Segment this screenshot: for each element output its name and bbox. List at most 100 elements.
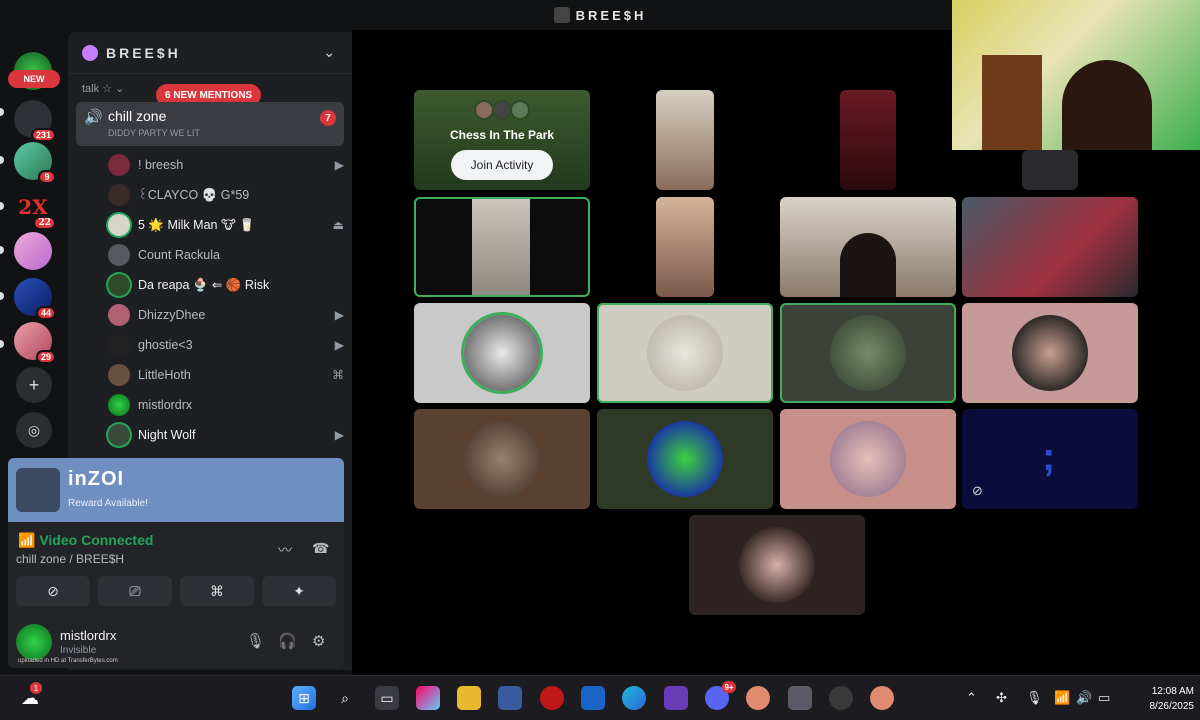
member-name: mistlordrx: [138, 398, 193, 412]
file-explorer-icon[interactable]: [457, 686, 481, 710]
camera-off-button[interactable]: ⊘: [16, 576, 90, 606]
webcam-person: [1062, 60, 1152, 150]
voice-member[interactable]: Night Wolf ▶: [108, 420, 348, 450]
video-tile[interactable]: [1022, 150, 1078, 190]
voice-status-text: Video Connected: [39, 532, 154, 548]
channel-status: DIDDY PARTY WE LIT: [108, 128, 200, 138]
server-icon-3[interactable]: 9: [14, 142, 56, 184]
start-icon[interactable]: ⊞: [292, 686, 316, 710]
opera-icon[interactable]: [540, 686, 564, 710]
search-icon[interactable]: ⌕: [333, 686, 357, 710]
voice-member[interactable]: DhizzyDhee ▶: [108, 300, 348, 330]
video-feed: [840, 233, 896, 297]
avatar: [108, 274, 130, 296]
video-tile[interactable]: [962, 303, 1138, 403]
channel-mention-badge: 7: [320, 110, 336, 126]
voice-member[interactable]: LittleHoth ⌘: [108, 360, 348, 390]
voice-channel-chill-zone[interactable]: 🔊 chill zone DIDDY PARTY WE LIT 7: [76, 102, 344, 146]
video-tile[interactable]: [414, 197, 590, 297]
app-icon[interactable]: [746, 686, 770, 710]
edge-icon[interactable]: [622, 686, 646, 710]
video-tile[interactable]: [780, 197, 956, 297]
clock[interactable]: 12:08 AM 8/26/2025: [1128, 684, 1195, 714]
copilot-icon[interactable]: [416, 686, 440, 710]
screen-share-button[interactable]: ⎚: [98, 576, 172, 606]
discover-compass-icon[interactable]: ◎: [16, 412, 52, 448]
avatar[interactable]: [16, 624, 52, 660]
mention-badge: 231: [30, 128, 56, 142]
user-status: Invisible: [60, 645, 97, 656]
gear-icon[interactable]: ⚙: [312, 632, 325, 650]
voice-member[interactable]: ghostie<3 ▶: [108, 330, 348, 360]
store-icon[interactable]: [498, 686, 522, 710]
video-tile[interactable]: [780, 409, 956, 509]
category-talk[interactable]: talk ☆ ⌄: [82, 82, 124, 95]
voice-member[interactable]: Da reapa 🍨 ⇐ 🏀 Risk: [108, 270, 348, 300]
noise-suppression-icon[interactable]: 〰: [278, 540, 292, 560]
join-activity-button[interactable]: Join Activity: [451, 150, 553, 180]
voice-member[interactable]: ! breesh ▶: [108, 150, 348, 180]
server-icon-4[interactable]: 2X 22: [14, 188, 56, 230]
guild-header[interactable]: BREE$H ⌄: [68, 32, 352, 74]
tray-app-icon[interactable]: ✣: [996, 690, 1007, 706]
video-tile[interactable]: [597, 303, 773, 403]
video-tile[interactable]: [414, 409, 590, 509]
wifi-icon[interactable]: 📶: [1054, 690, 1070, 706]
video-tile[interactable]: [962, 197, 1138, 297]
avatar: [739, 527, 815, 603]
member-name: ꒰CLAYCO 💀 G*59: [138, 188, 250, 202]
microphone-icon[interactable]: 🎙: [1026, 690, 1043, 706]
app-icon: [553, 7, 570, 23]
server-icon-2[interactable]: 231: [14, 100, 56, 142]
disconnect-icon[interactable]: ☎: [312, 540, 329, 557]
outlook-icon[interactable]: [581, 686, 605, 710]
server-icon-7[interactable]: 29: [14, 322, 56, 364]
channel-name: chill zone: [108, 108, 167, 124]
microphone-icon[interactable]: 🎙: [246, 632, 265, 650]
obs-icon[interactable]: [829, 686, 853, 710]
video-tile[interactable]: [656, 90, 714, 190]
volume-icon[interactable]: 🔊: [1076, 690, 1092, 706]
voice-member[interactable]: mistlordrx: [108, 390, 348, 420]
server-icon-6[interactable]: 44: [14, 278, 56, 320]
video-tile[interactable]: [689, 515, 865, 615]
gamepad-icon: ⌘: [332, 368, 344, 382]
soundboard-button[interactable]: ✦: [262, 576, 336, 606]
video-tile[interactable]: [840, 90, 896, 190]
camera-icon[interactable]: [788, 686, 812, 710]
server-icon-5[interactable]: [14, 232, 52, 270]
app-icon[interactable]: [870, 686, 894, 710]
avatar: [510, 100, 530, 120]
clipchamp-icon[interactable]: [664, 686, 688, 710]
video-tile[interactable]: [780, 303, 956, 403]
speaker-icon: 🔊: [84, 109, 103, 126]
voice-member-list: ! breesh ▶ ꒰CLAYCO 💀 G*59 5 🌟 Milk Man 🐮…: [108, 150, 348, 450]
activity-button[interactable]: ⌘: [180, 576, 254, 606]
battery-icon[interactable]: ▭: [1098, 690, 1110, 706]
video-tile[interactable]: [597, 409, 773, 509]
video-tile[interactable]: ; ⊘: [962, 409, 1138, 509]
unread-pill: [0, 340, 4, 348]
voice-member[interactable]: 5 🌟 Milk Man 🐮 🥛 ⏏: [108, 210, 348, 240]
member-name: ! breesh: [138, 158, 184, 172]
new-badge: NEW: [8, 70, 60, 88]
webcam-shelf: [982, 55, 1042, 150]
video-tile[interactable]: [414, 303, 590, 403]
reward-promo-banner[interactable]: inZOI Reward Available!: [8, 458, 344, 522]
voice-member[interactable]: ꒰CLAYCO 💀 G*59: [108, 180, 348, 210]
discord-icon[interactable]: 9+: [705, 681, 736, 710]
clock-time: 12:08 AM: [1151, 686, 1194, 697]
chevron-down-icon[interactable]: ⌄: [323, 44, 338, 61]
video-tile[interactable]: [656, 197, 714, 297]
headphones-icon[interactable]: 🎧: [278, 632, 297, 650]
avatar: [1012, 315, 1088, 391]
task-view-icon[interactable]: ▭: [375, 686, 399, 710]
add-server-button[interactable]: +: [16, 367, 52, 403]
avatar: [647, 315, 723, 391]
chevron-up-icon[interactable]: ⌃: [966, 690, 977, 706]
activity-tile: Chess In The Park Join Activity: [414, 90, 590, 190]
avatar: [108, 154, 130, 176]
voice-member[interactable]: Count Rackula: [108, 240, 348, 270]
discord-badge: 9+: [722, 681, 736, 693]
webcam-overlay: [952, 0, 1200, 150]
